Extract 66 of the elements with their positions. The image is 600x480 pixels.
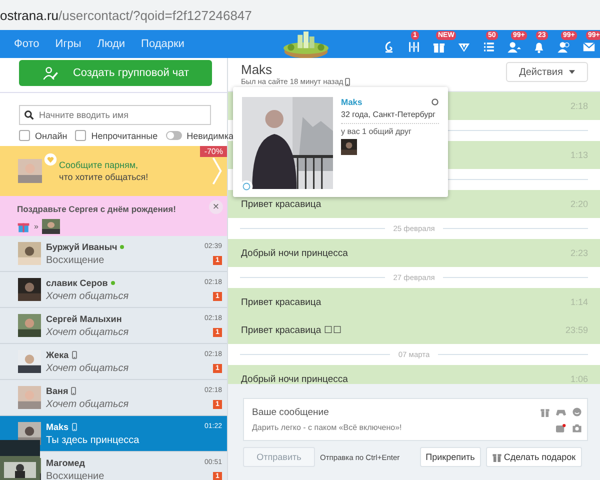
checkbox[interactable]	[75, 130, 86, 141]
search-icon	[24, 110, 34, 120]
people-pen-icon	[42, 64, 59, 82]
gift-circle-icon	[240, 180, 253, 193]
list-icon[interactable]	[482, 40, 496, 54]
contact-name: славик Серов	[46, 278, 108, 288]
gift-icon[interactable]	[540, 407, 550, 417]
contact-name: Магомед	[46, 458, 85, 468]
message-preview: Хочет общаться	[46, 290, 129, 302]
checkbox[interactable]	[19, 130, 30, 141]
contact-name: Maks	[46, 422, 69, 432]
message-preview: Хочет общаться	[46, 398, 129, 410]
contact-name: Жека	[46, 350, 69, 360]
toggle-switch[interactable]	[166, 131, 182, 140]
message-text: Привет красавица ☐☐	[241, 324, 342, 336]
message-text: Привет красавица	[241, 198, 322, 210]
caret-icon	[568, 70, 575, 74]
make-gift-button[interactable]: Сделать подарок	[486, 447, 582, 467]
message-text: Добрый ночи принцесса	[241, 374, 348, 384]
birthday-text: Поздравьте Сергея с днём рождения!	[17, 204, 176, 214]
camera-icon[interactable]	[572, 422, 582, 432]
online-dot	[110, 280, 115, 284]
video-popup[interactable]	[0, 440, 40, 480]
search-field[interactable]: Начните вводить имя	[19, 105, 211, 125]
city-island-logo[interactable]	[281, 30, 331, 58]
sticker-icon[interactable]	[556, 422, 566, 432]
slider-icon[interactable]	[407, 40, 421, 54]
message-preview: Хочет общаться	[46, 326, 129, 338]
phone-icon	[72, 350, 77, 358]
message-text: Привет красавица	[241, 296, 322, 308]
promo-banner[interactable]: -70% Сообщите парням, что хотите общаться!	[0, 146, 227, 196]
heart-bubble-icon	[44, 153, 57, 166]
arrow-text: »	[34, 222, 38, 231]
attach-button[interactable]: Прикрепить	[420, 447, 481, 467]
gift-promo-text[interactable]: Дарить легко - с паком «Всё включено»!	[252, 423, 550, 432]
message-preview: Ты здесь принцесса	[46, 434, 140, 446]
phone-icon	[72, 422, 77, 430]
contact-name: Сергей Малыхин	[46, 314, 122, 324]
mail-icon[interactable]	[582, 40, 596, 54]
filter-label: Непрочитанные	[91, 130, 158, 140]
address-bar[interactable]: ostrana.ru/usercontact/?qoid=f2f127246847	[0, 0, 600, 30]
user-icon[interactable]	[507, 40, 521, 54]
message-preview: Хочет общаться	[46, 362, 129, 374]
smiley-icon[interactable]	[572, 407, 582, 417]
profile-details: 32 года, Санкт-Петербург	[341, 110, 439, 124]
gift-icon	[492, 452, 502, 462]
status-circle-icon	[431, 98, 439, 106]
message-preview: Восхищение	[46, 254, 104, 266]
message-text: Добрый ночи принцесса	[241, 248, 348, 258]
contact-name: Ваня	[46, 386, 68, 396]
gamepad-icon[interactable]	[556, 407, 566, 417]
phone-icon	[71, 386, 76, 394]
filter-label: Онлайн	[35, 130, 68, 140]
actions-dropdown[interactable]: Действия	[506, 62, 588, 82]
user-icon[interactable]	[557, 40, 571, 54]
close-button[interactable]: ×	[209, 200, 223, 214]
promo-text: что хотите общаться!	[59, 171, 148, 183]
phone-icon	[345, 78, 350, 86]
chat-contact-name: Maks	[241, 62, 274, 77]
promo-text: Сообщите парням,	[59, 159, 140, 171]
filter-label: Невидимка	[186, 130, 234, 140]
online-dot	[120, 244, 124, 248]
mutual-friends-text: у вас 1 общий друг	[341, 127, 412, 136]
discount-badge: -70%	[200, 146, 227, 157]
contact-name: Буржуй Иваныч	[46, 242, 118, 252]
bell-icon[interactable]	[532, 40, 546, 54]
